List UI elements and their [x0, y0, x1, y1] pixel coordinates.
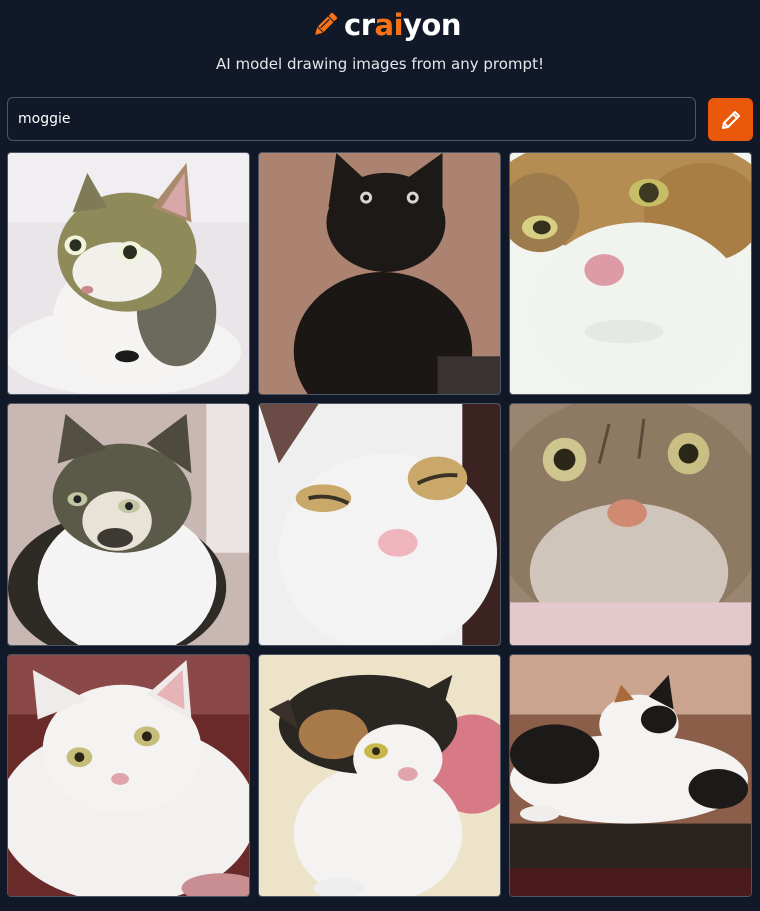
image-grid: [7, 152, 754, 899]
prompt-input[interactable]: [7, 97, 696, 141]
logo-text: craiyon: [344, 6, 461, 44]
result-image-3[interactable]: [509, 152, 752, 395]
pencil-icon: [719, 108, 743, 132]
logo[interactable]: craiyon: [310, 6, 461, 44]
result-image-5[interactable]: [258, 403, 501, 646]
logo-text-prefix: cr: [344, 8, 375, 42]
pencil-logo-icon: [310, 10, 340, 40]
logo-text-suffix: yon: [403, 8, 461, 42]
result-image-7[interactable]: [7, 654, 250, 897]
logo-text-accent: ai: [374, 8, 404, 42]
result-image-6[interactable]: [509, 403, 752, 646]
result-image-1[interactable]: [7, 152, 250, 395]
result-image-9[interactable]: [509, 654, 752, 897]
result-image-8[interactable]: [258, 654, 501, 897]
result-image-4[interactable]: [7, 403, 250, 646]
result-image-2[interactable]: [258, 152, 501, 395]
header: craiyon AI model drawing images from any…: [0, 0, 760, 90]
draw-button[interactable]: [708, 98, 753, 141]
tagline: AI model drawing images from any prompt!: [216, 55, 544, 73]
